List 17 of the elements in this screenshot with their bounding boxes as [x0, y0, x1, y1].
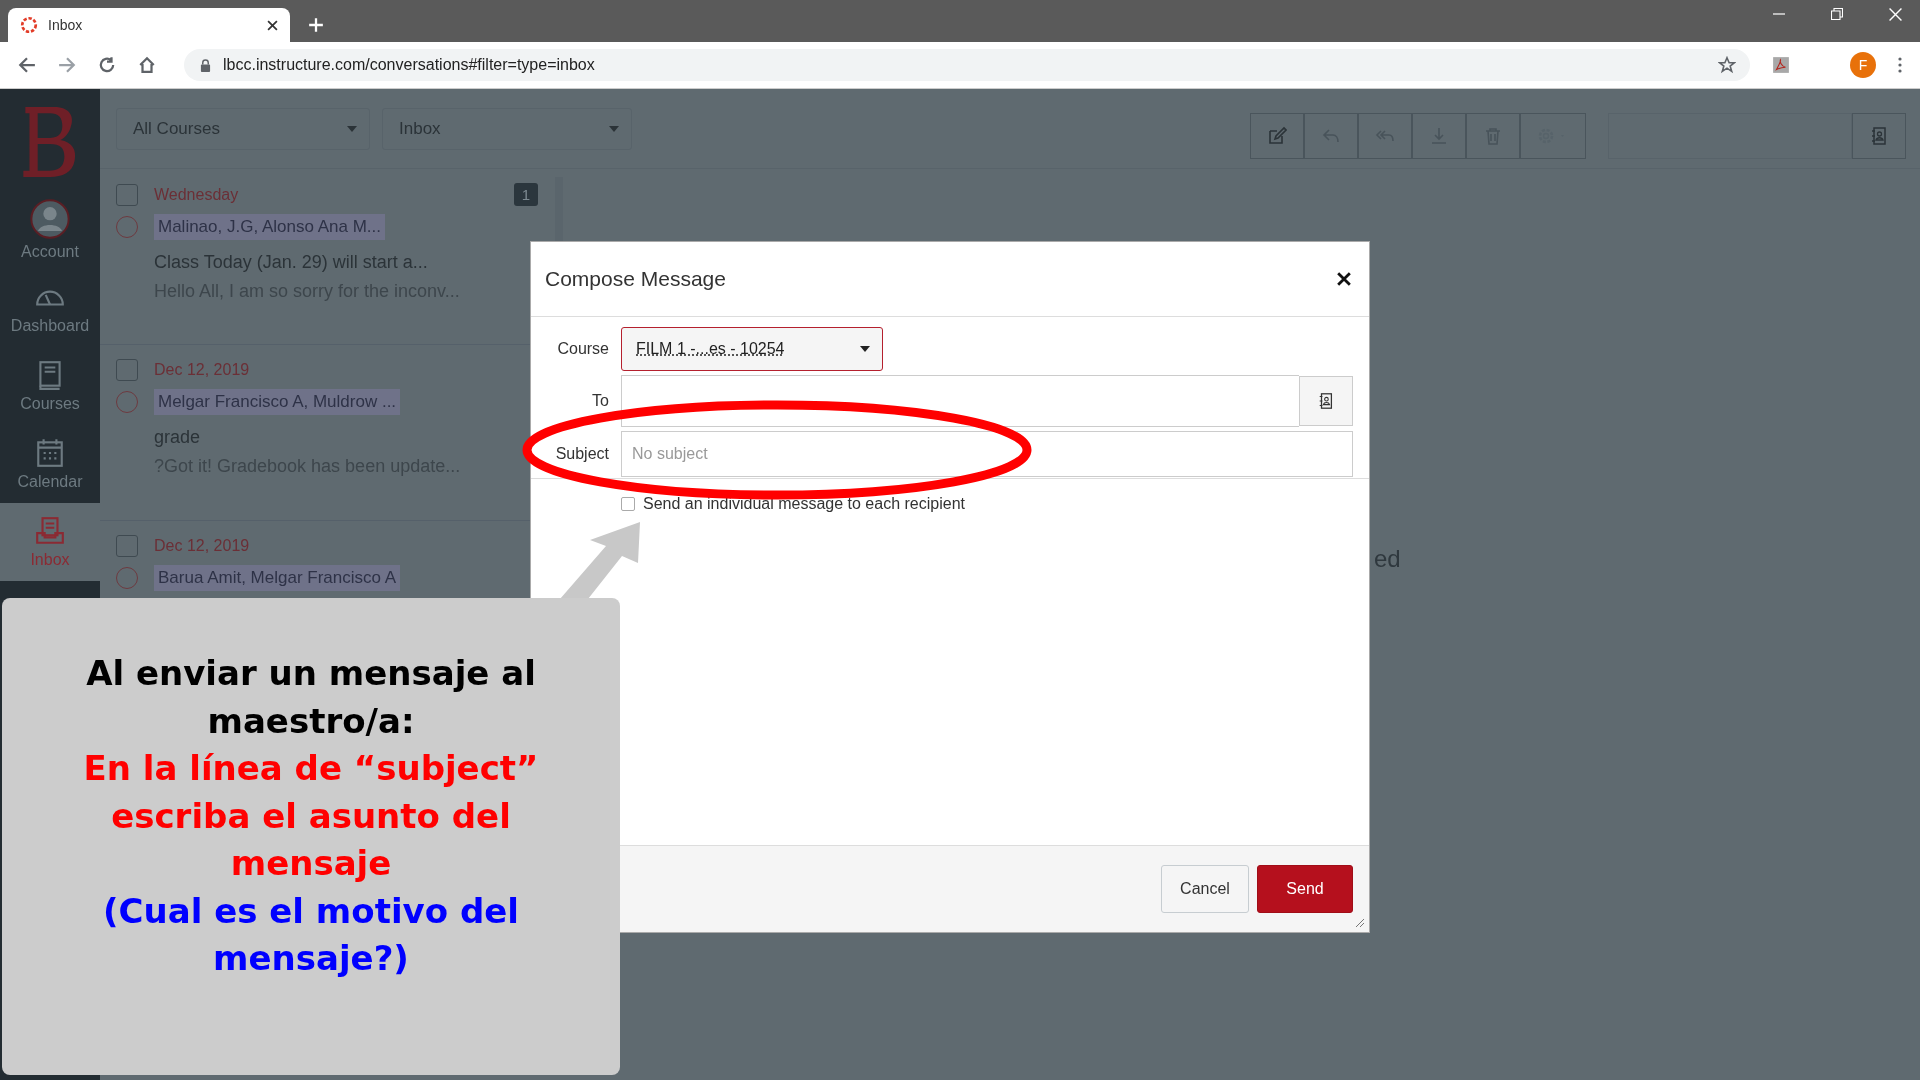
field-label: Course	[556, 340, 609, 358]
conversation-date: Wednesday	[154, 185, 240, 204]
conversation-subject: Class Today (Jan. 29) will start a...	[153, 252, 429, 273]
field-label: Subject	[554, 445, 609, 463]
annotation-text: Al enviar un mensaje al maestro/a:	[85, 651, 537, 743]
participants: Melgar Francisco A, Muldrow ...	[154, 389, 401, 415]
message-count: 1	[513, 183, 538, 206]
field-label: To	[591, 392, 609, 410]
annotation-text: En la línea de “subject” escriba el asunto del mensaje	[82, 747, 540, 886]
conversation-date: Dec 12, 2019	[154, 537, 251, 555]
tab-title: Inbox	[48, 17, 84, 33]
conversation-date: Dec 12, 2019	[154, 361, 251, 379]
participants: Malinao, J.G, Alonso Ana M...	[154, 214, 385, 240]
annotation-text: (Cual es el motivo del mensaje?)	[102, 889, 520, 981]
conversation-subject: grade	[153, 427, 202, 448]
checkbox-label: Send an individual message to each recipient	[643, 495, 965, 513]
participants: Barua Amit, Melgar Francisco A	[154, 565, 401, 591]
